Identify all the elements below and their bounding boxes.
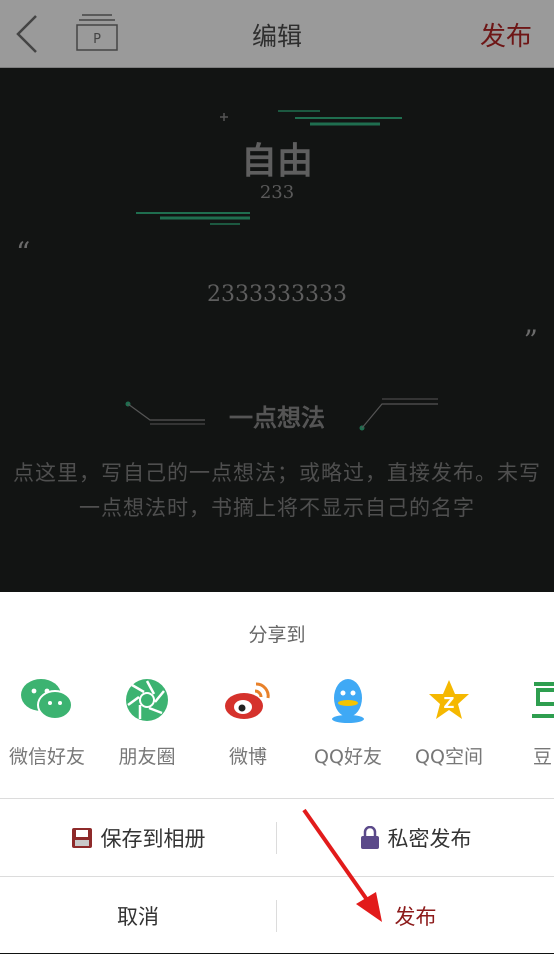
excerpt-text: 2333333333 xyxy=(207,282,347,307)
divider xyxy=(0,876,554,877)
cancel-button[interactable]: 取消 xyxy=(0,878,276,954)
top-bar: P 编辑 发布 xyxy=(0,0,554,68)
douban-icon xyxy=(520,670,554,730)
lock-icon xyxy=(360,826,379,849)
cancel-label: 取消 xyxy=(117,905,159,929)
author-name: 233 xyxy=(259,182,295,203)
save-to-album-button[interactable]: 保存到相册 xyxy=(0,800,276,876)
wechat-icon xyxy=(17,670,77,730)
share-label: 豆 xyxy=(533,746,553,768)
weibo-icon xyxy=(218,670,278,730)
private-publish-label: 私密发布 xyxy=(387,827,472,851)
save-icon xyxy=(71,828,92,848)
publish-button-top[interactable]: 发布 xyxy=(480,16,532,53)
qq-icon xyxy=(318,670,378,730)
page-title: 编辑 xyxy=(251,22,302,51)
share-qq[interactable]: QQ好友 xyxy=(298,670,398,780)
share-title: 分享到 xyxy=(248,624,306,646)
share-label: QQ空间 xyxy=(415,746,483,768)
thought-input[interactable]: 点这里，写自己的一点想法；或略过，直接发布。未写一点想法时，书摘上将不显示自己的… xyxy=(12,456,542,526)
book-title: 自由 xyxy=(240,140,313,182)
thought-heading: 一点想法 xyxy=(229,403,325,432)
publish-button[interactable]: 发布 xyxy=(277,878,554,954)
divider xyxy=(0,798,554,799)
share-qzone[interactable]: Z QQ空间 xyxy=(399,670,499,780)
share-moments[interactable]: 朋友圈 xyxy=(97,670,197,780)
share-targets: 微信好友 朋友圈 微博 QQ好友 Z QQ空间 豆 xyxy=(0,670,554,780)
share-wechat[interactable]: 微信好友 xyxy=(0,670,97,780)
quote-close-mark: ” xyxy=(523,324,538,357)
share-douban[interactable]: 豆 xyxy=(500,670,554,780)
svg-text:Z: Z xyxy=(444,694,455,712)
share-weibo[interactable]: 微博 xyxy=(198,670,298,780)
moments-icon xyxy=(117,670,177,730)
share-sheet: 分享到 微信好友 朋友圈 微博 QQ好友 Z QQ空间 豆 保存到相册 私密发布… xyxy=(0,592,554,953)
quote-open-mark: “ xyxy=(16,236,31,269)
publish-label: 发布 xyxy=(394,905,437,929)
excerpt-card: 自由 233 “ 2333333333 ” 一点想法 点这里，写自己的一点想法；… xyxy=(0,68,554,592)
save-to-album-label: 保存到相册 xyxy=(100,827,206,851)
qzone-icon: Z xyxy=(419,670,479,730)
private-publish-button[interactable]: 私密发布 xyxy=(277,800,554,876)
